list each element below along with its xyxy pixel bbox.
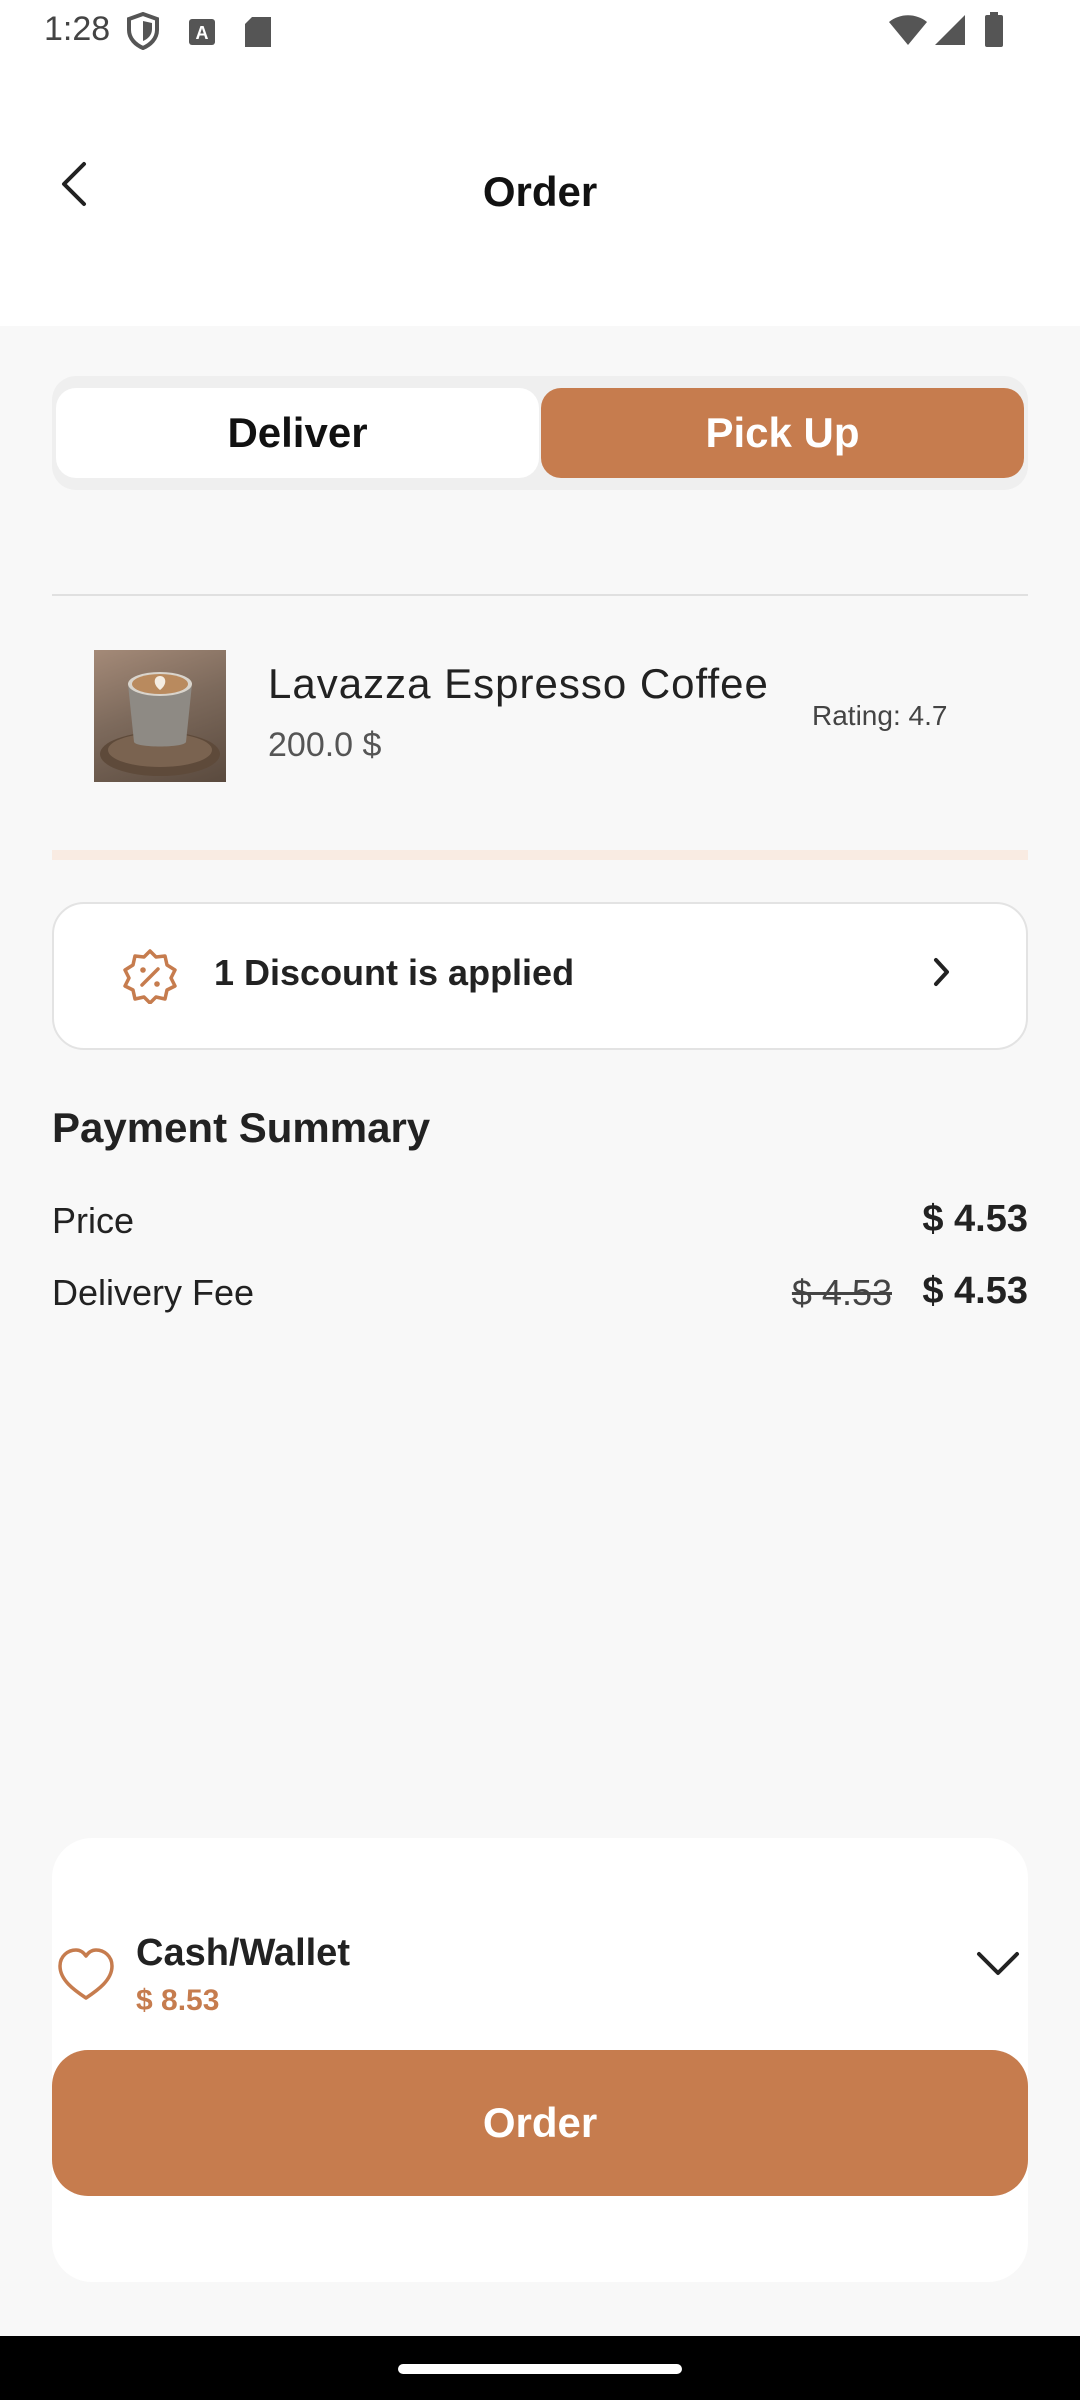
summary-row-price: Price $ 4.53 <box>52 1198 1028 1250</box>
summary-label: Price <box>52 1200 135 1241</box>
product-price: 200.0 $ <box>268 726 382 764</box>
payment-summary-title: Payment Summary <box>52 1104 431 1151</box>
product-image <box>94 650 226 782</box>
home-handle[interactable] <box>398 2364 682 2374</box>
status-time: 1:28 <box>44 10 111 48</box>
svg-text:A: A <box>196 23 209 43</box>
discount-badge-icon <box>122 948 178 1009</box>
chevron-right-icon <box>932 956 952 993</box>
summary-label: Delivery Fee <box>52 1272 255 1313</box>
product-item: Lavazza Espresso Coffee 200.0 $ Rating: … <box>94 650 994 782</box>
text-a-icon: A <box>188 18 216 51</box>
product-name: Lavazza Espresso Coffee <box>268 660 769 707</box>
wallet-icon <box>56 1946 116 2007</box>
summary-old-value: $ 4.53 <box>791 1272 892 1313</box>
checkout-panel: Cash/Wallet $ 8.53 Order <box>52 1838 1028 2282</box>
wifi-icon <box>888 14 928 51</box>
system-nav-bar <box>0 2336 1080 2400</box>
delivery-mode-toggle: Deliver Pick Up <box>52 376 1028 490</box>
payment-method-balance: $ 8.53 <box>136 1984 220 2017</box>
summary-value: $ 4.53 <box>922 1198 1028 1240</box>
product-rating: Rating: 4.7 <box>812 700 948 731</box>
discount-banner[interactable]: 1 Discount is applied <box>52 902 1028 1050</box>
shield-icon <box>126 11 160 55</box>
tab-pick-up[interactable]: Pick Up <box>541 388 1024 478</box>
sd-card-icon <box>244 16 272 53</box>
signal-icon <box>934 14 966 51</box>
section-divider <box>52 850 1028 860</box>
battery-icon <box>984 12 1004 53</box>
divider <box>52 594 1028 596</box>
summary-row-delivery-fee: Delivery Fee $ 4.53 $ 4.53 <box>52 1270 1028 1322</box>
tab-deliver[interactable]: Deliver <box>56 388 539 478</box>
status-bar: 1:28 A <box>0 0 1080 64</box>
app-header: Order <box>0 64 1080 326</box>
payment-method-name: Cash/Wallet <box>136 1932 350 1974</box>
summary-value: $ 4.53 <box>922 1270 1028 1312</box>
discount-text: 1 Discount is applied <box>214 952 575 993</box>
page-title: Order <box>482 168 598 215</box>
chevron-down-icon[interactable] <box>976 1950 1020 1983</box>
order-button[interactable]: Order <box>52 2050 1028 2196</box>
